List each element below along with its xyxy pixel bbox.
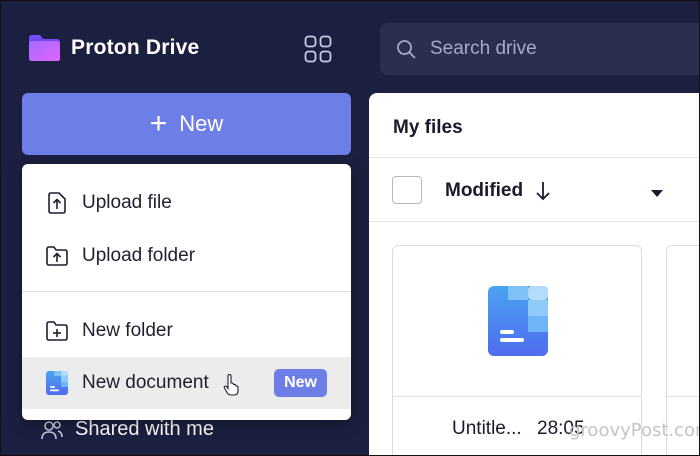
new-button-label: New	[179, 111, 224, 136]
plus-icon: +	[149, 107, 168, 140]
app-name: Proton Drive	[71, 36, 200, 59]
divider	[667, 396, 699, 397]
sort-label: Modified	[445, 180, 524, 201]
proton-docs-icon	[488, 286, 548, 356]
page-title: My files	[393, 117, 463, 138]
menu-divider	[22, 291, 351, 292]
upload-folder-icon	[46, 245, 68, 267]
upload-file-icon	[46, 192, 68, 214]
search-input[interactable]	[430, 38, 670, 60]
divider	[393, 396, 641, 397]
file-name: Untitle...	[452, 418, 522, 439]
folder-logo-icon	[27, 34, 61, 62]
apps-grid-icon[interactable]	[304, 35, 332, 63]
sidebar-item-label: Shared with me	[75, 418, 214, 440]
main-panel: My files Modified Untitle... 28:05	[369, 93, 699, 455]
new-badge: New	[274, 369, 327, 397]
new-button[interactable]: + New	[22, 93, 351, 155]
hand-cursor-icon	[223, 374, 239, 396]
divider	[369, 221, 699, 222]
divider	[369, 157, 699, 158]
sidebar-item-shared-with-me[interactable]: Shared with me	[41, 418, 214, 441]
watermark: groovyPost.com	[569, 420, 700, 441]
app-logo[interactable]: Proton Drive	[27, 34, 199, 62]
menu-item-upload-file[interactable]: Upload file	[22, 177, 351, 229]
menu-item-label: Upload file	[82, 192, 172, 213]
menu-item-label: New document	[82, 372, 209, 393]
arrow-down-icon	[536, 182, 550, 201]
caret-down-icon[interactable]	[650, 189, 664, 198]
select-all-checkbox[interactable]	[392, 176, 422, 204]
menu-item-new-folder[interactable]: New folder	[22, 305, 351, 357]
proton-docs-icon	[46, 371, 68, 395]
menu-item-new-document[interactable]: New document New	[22, 357, 351, 409]
menu-item-upload-folder[interactable]: Upload folder	[22, 230, 351, 282]
menu-item-label: Upload folder	[82, 245, 196, 266]
search-icon	[396, 39, 416, 59]
sort-button[interactable]: Modified	[445, 180, 551, 202]
app-window: Proton Drive + New Shared	[0, 0, 700, 456]
menu-item-label: New folder	[82, 320, 173, 341]
users-icon	[41, 420, 63, 439]
new-folder-icon	[46, 320, 68, 342]
new-dropdown-menu: Upload file Upload folder New folder New…	[22, 164, 351, 420]
search-bar[interactable]	[380, 23, 699, 75]
